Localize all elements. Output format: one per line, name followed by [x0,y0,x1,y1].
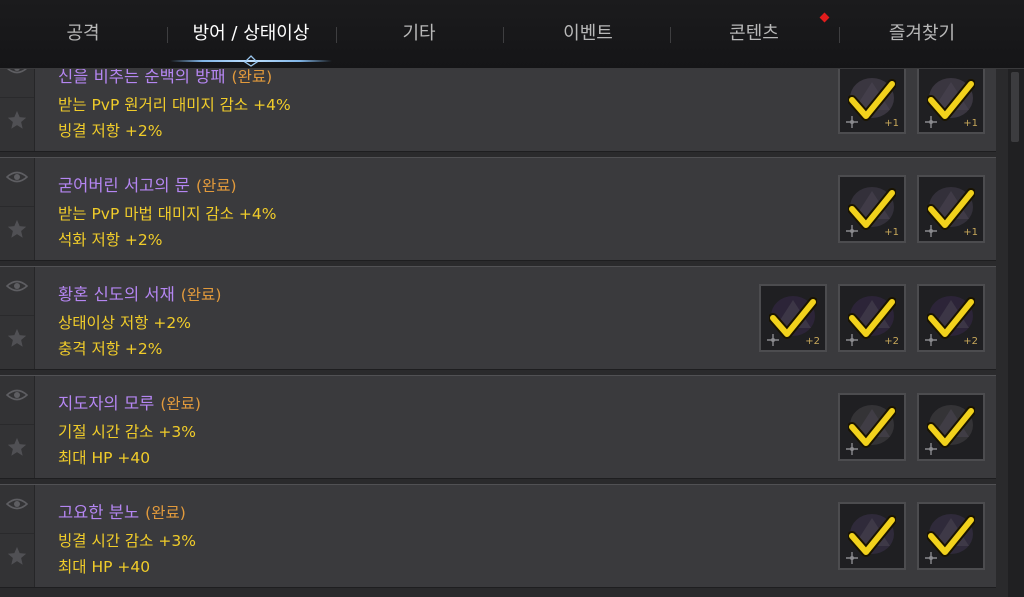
scrollbar-thumb[interactable] [1011,72,1019,142]
item-slot[interactable] [917,393,985,461]
stat-bonus: 빙결 시간 감소 +3% [58,532,196,550]
tab-divider [503,27,504,43]
stat-bonus: 최대 HP +40 [58,449,151,467]
enhance-level: +1 [884,227,899,238]
move-icon [925,443,937,455]
row-side-controls [0,376,35,478]
item-slot[interactable]: +2 [838,284,906,352]
collection-name: 신을 비추는 순백의 방패 [58,68,226,86]
move-icon [925,225,937,237]
item-slot[interactable]: +1 [917,68,985,134]
eye-icon[interactable] [6,68,28,75]
collection-name: 굳어버린 서고의 문 [58,176,190,195]
completed-label: (완료) [231,68,273,86]
collection-title: 굳어버린 서고의 문 (완료) [58,172,237,196]
collection-row[interactable]: 고요한 분노 (완료) 빙결 시간 감소 +3% 최대 HP +40 [0,484,996,588]
move-icon [925,552,937,564]
completed-label: (완료) [180,286,222,304]
stat-bonus: 받는 PvP 마법 대미지 감소 +4% [58,205,277,223]
move-icon [846,116,858,128]
tab-ornament-icon [243,55,259,67]
star-icon[interactable] [6,327,28,349]
stat-bonus: 충격 저항 +2% [58,340,163,358]
enhance-level: +1 [884,118,899,129]
move-icon [846,552,858,564]
collection-title: 지도자의 모루 (완료) [58,390,201,414]
item-slot[interactable]: +1 [917,175,985,243]
completed-label: (완료) [160,395,201,413]
collection-name: 고요한 분노 [58,503,140,522]
enhance-level: +1 [963,118,978,129]
stat-bonus: 받는 PvP 원거리 대미지 감소 +4% [58,96,291,114]
eye-icon[interactable] [6,170,28,184]
stat-bonus: 상태이상 저항 +2% [58,314,191,332]
star-icon[interactable] [6,218,28,240]
enhance-level: +1 [963,227,978,238]
tab-etc[interactable]: 기타 [366,0,472,68]
collection-title: 황혼 신도의 서재 (완료) [58,281,221,305]
tab-event[interactable]: 이벤트 [530,0,646,68]
row-side-controls [0,68,35,151]
item-slot[interactable]: +2 [759,284,827,352]
move-icon [925,116,937,128]
stat-bonus: 최대 HP +40 [58,558,151,576]
collection-name: 지도자의 모루 [58,394,155,413]
move-icon [846,443,858,455]
stat-bonus: 석화 저항 +2% [58,231,163,249]
category-tab-bar: 공격 방어 / 상태이상 기타 이벤트 콘텐츠 즐겨찾기 [0,0,1024,69]
tab-attack[interactable]: 공격 [30,0,136,68]
eye-icon[interactable] [6,279,28,293]
move-icon [846,334,858,346]
item-slot[interactable] [838,393,906,461]
item-slot[interactable]: +1 [838,175,906,243]
star-icon[interactable] [6,545,28,567]
completed-label: (완료) [145,504,186,522]
eye-icon[interactable] [6,388,28,402]
notification-dot [819,12,830,23]
enhance-level: +2 [805,336,820,347]
tab-divider [336,27,337,43]
collection-row[interactable]: 신을 비추는 순백의 방패 (완료) 받는 PvP 원거리 대미지 감소 +4% … [0,68,996,152]
tab-divider [167,27,168,43]
collection-row[interactable]: 지도자의 모루 (완료) 기절 시간 감소 +3% 최대 HP +40 [0,375,996,479]
collection-list: 신을 비추는 순백의 방패 (완료) 받는 PvP 원거리 대미지 감소 +4% … [0,68,1024,597]
move-icon [767,334,779,346]
move-icon [846,225,858,237]
tab-favorites[interactable]: 즐겨찾기 [866,0,978,68]
completed-label: (완료) [195,177,237,195]
item-slot[interactable]: +2 [917,284,985,352]
collection-row[interactable]: 굳어버린 서고의 문 (완료) 받는 PvP 마법 대미지 감소 +4% 석화 저… [0,157,996,261]
item-slot[interactable]: +1 [838,68,906,134]
row-side-controls [0,485,35,587]
move-icon [925,334,937,346]
item-slot[interactable] [917,502,985,570]
tab-divider [670,27,671,43]
scrollbar[interactable] [1008,68,1024,597]
tab-contents[interactable]: 콘텐츠 [698,0,810,68]
enhance-level: +2 [963,336,978,347]
star-icon[interactable] [6,109,28,131]
star-icon[interactable] [6,436,28,458]
stat-bonus: 빙결 저항 +2% [58,122,163,140]
collection-title: 신을 비추는 순백의 방패 (완료) [58,68,272,87]
collection-title: 고요한 분노 (완료) [58,499,186,523]
tab-divider [839,27,840,43]
collection-row[interactable]: 황혼 신도의 서재 (완료) 상태이상 저항 +2% 충격 저항 +2% +2 [0,266,996,370]
eye-icon[interactable] [6,497,28,511]
item-slot[interactable] [838,502,906,570]
row-side-controls [0,267,35,369]
stat-bonus: 기절 시간 감소 +3% [58,423,196,441]
collection-name: 황혼 신도의 서재 [58,285,175,304]
enhance-level: +2 [884,336,899,347]
row-side-controls [0,158,35,260]
